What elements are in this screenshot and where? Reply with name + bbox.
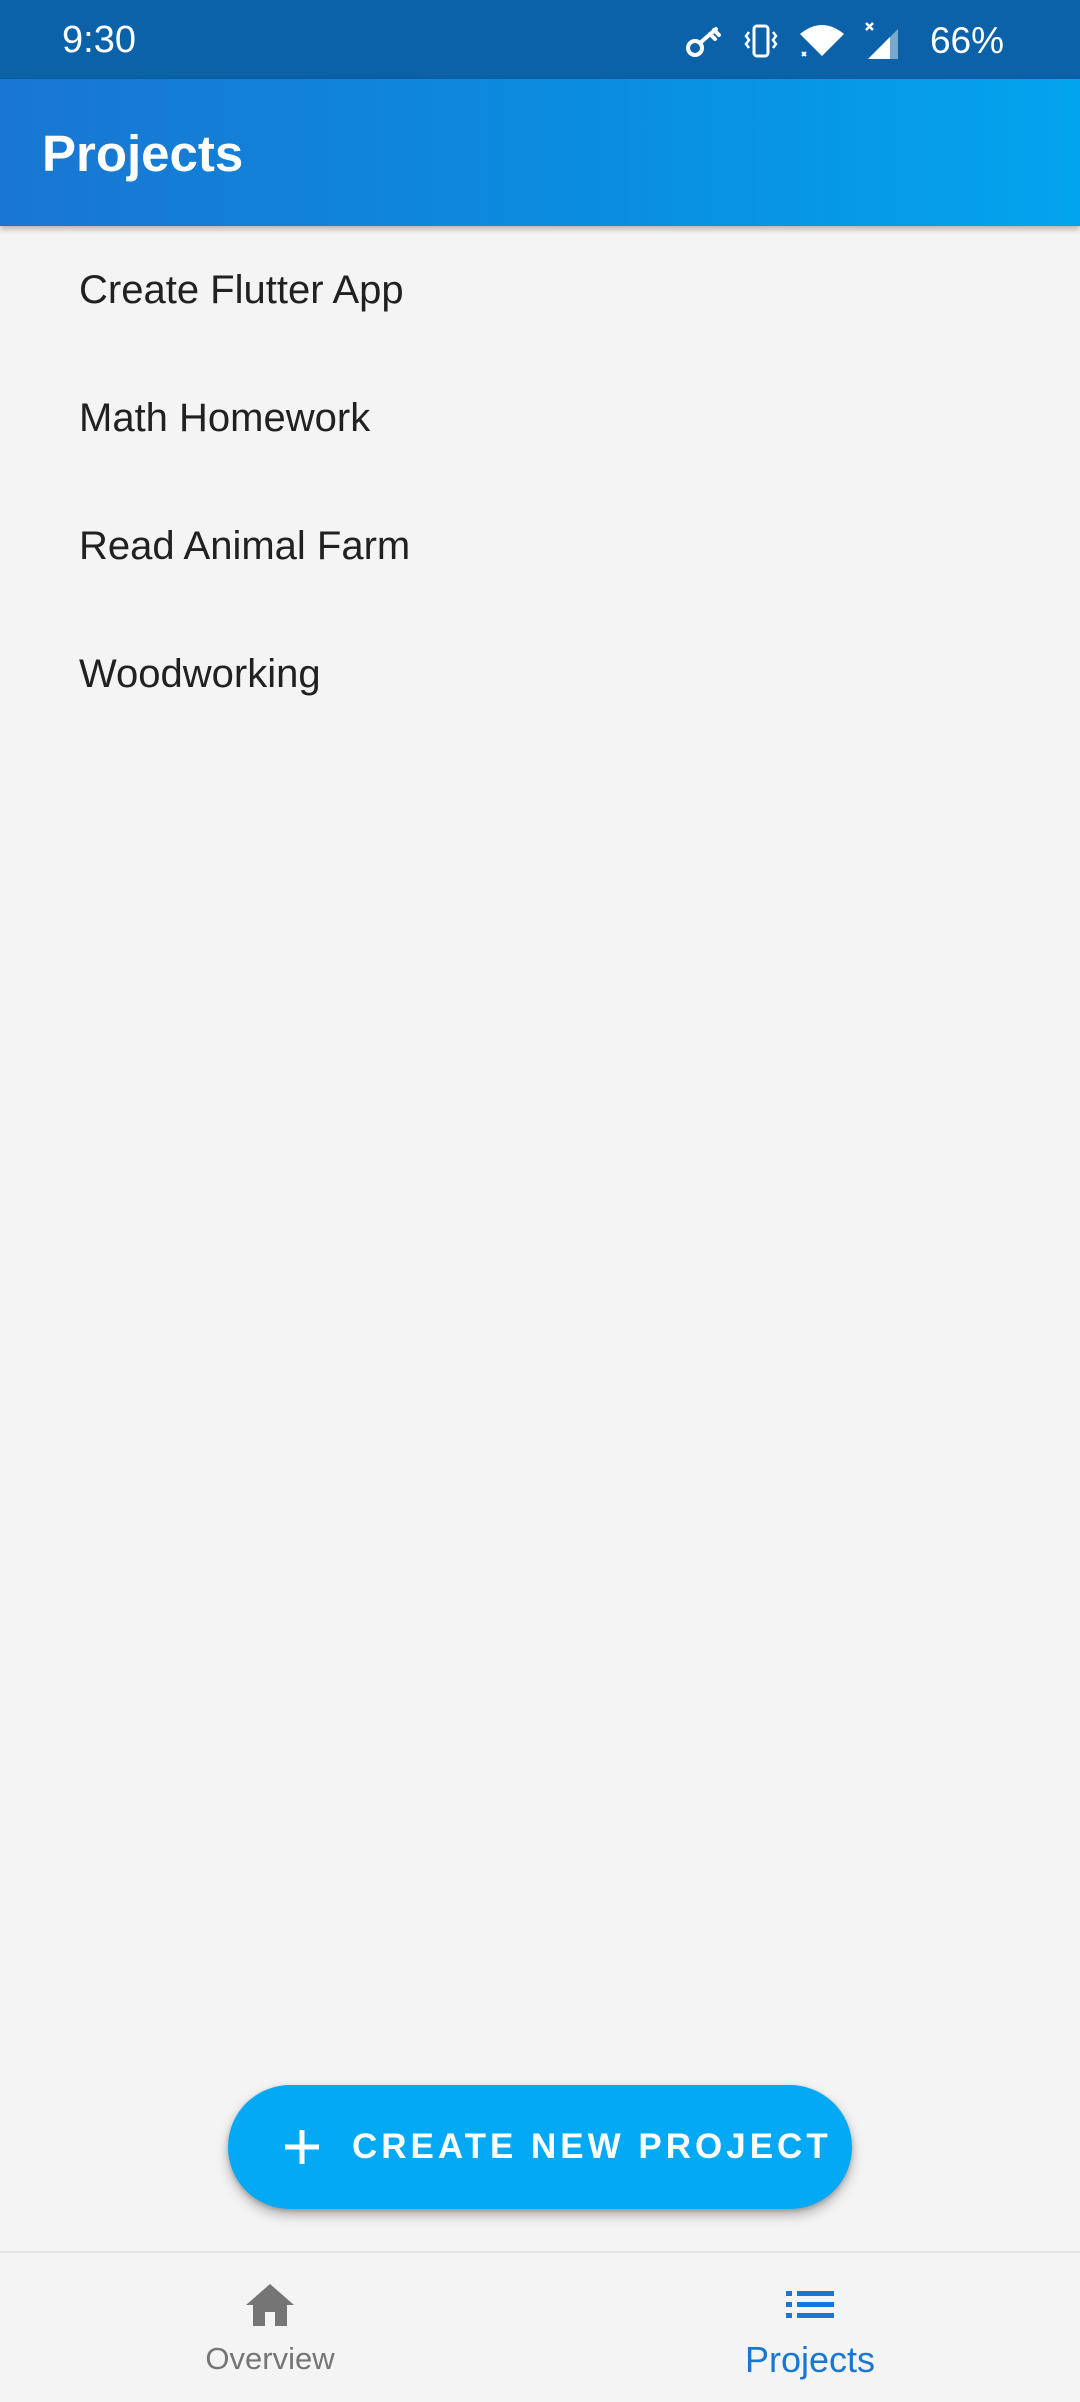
- project-name: Read Animal Farm: [79, 523, 411, 568]
- project-list-item[interactable]: Woodworking: [0, 610, 1080, 738]
- vibrate-icon: [742, 23, 780, 59]
- bottom-navigation: Overview Projects: [0, 2251, 1080, 2400]
- page-title: Projects: [42, 125, 244, 182]
- create-new-project-button[interactable]: CREATE NEW PROJECT: [228, 2085, 852, 2209]
- wifi-icon: [798, 22, 846, 60]
- project-list-item[interactable]: Create Flutter App: [0, 226, 1080, 354]
- signal-icon: [864, 21, 904, 61]
- project-name: Create Flutter App: [79, 267, 404, 312]
- create-new-project-label: CREATE NEW PROJECT: [352, 2127, 832, 2166]
- status-icons: 66%: [684, 20, 1004, 62]
- project-list-item[interactable]: Read Animal Farm: [0, 482, 1080, 610]
- project-list-item[interactable]: Math Homework: [0, 354, 1080, 482]
- nav-label-overview: Overview: [205, 2341, 335, 2376]
- app-bar: Projects: [0, 79, 1080, 226]
- home-icon: [244, 2281, 296, 2329]
- plus-icon: [280, 2125, 324, 2169]
- project-list: Create Flutter App Math Homework Read An…: [0, 226, 1080, 738]
- status-time: 9:30: [62, 19, 136, 61]
- nav-label-projects: Projects: [744, 2339, 876, 2380]
- project-name: Math Homework: [79, 395, 371, 440]
- list-icon: [784, 2281, 836, 2329]
- nav-item-projects[interactable]: Projects: [540, 2253, 1080, 2402]
- key-icon: [684, 23, 724, 59]
- battery-percentage: 66%: [929, 20, 1004, 61]
- status-bar: 9:30 66%: [0, 0, 1080, 79]
- project-name: Woodworking: [79, 651, 321, 696]
- nav-item-overview[interactable]: Overview: [0, 2253, 540, 2402]
